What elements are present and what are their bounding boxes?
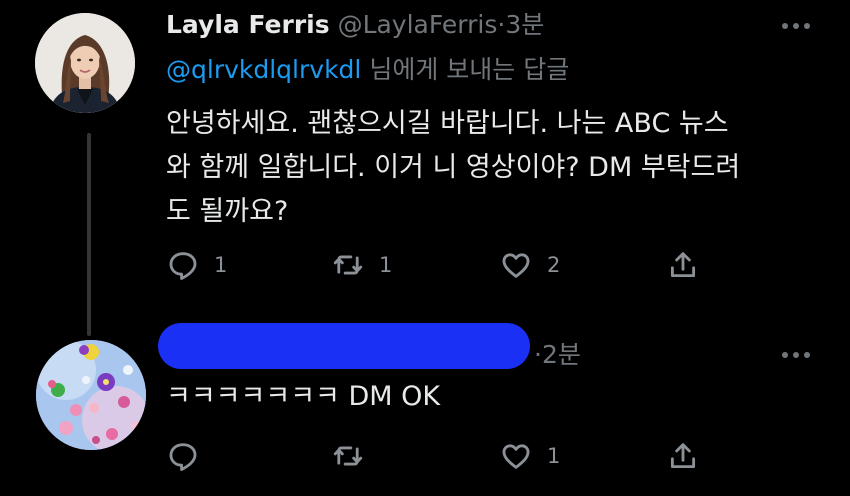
retweet-icon [333,446,363,466]
avatar-layla-ferris[interactable] [35,13,135,113]
retweet-button[interactable]: 1 [331,248,392,282]
reply-timestamp[interactable]: 2분 [542,340,581,369]
reply-more-button[interactable] [776,343,816,367]
speech-bubble-icon [169,443,197,471]
tweet-reply: ·2분 ㅋㅋㅋㅋㅋㅋㅋ DM OK 1 [0,300,850,496]
retweet-count: 1 [379,253,393,277]
share-icon [670,252,696,278]
retweet-icon [333,255,363,275]
replying-to: @qlrvkdlqlrvkdl 님에게 보내는 답글 [166,55,569,85]
reply-reply-button[interactable] [166,439,214,473]
reply-count: 1 [214,253,228,277]
reply-share-button[interactable] [666,439,700,473]
share-icon [670,443,696,469]
tweet-header: Layla Ferris @LaylaFerris·3분 [166,10,544,40]
replying-to-handle[interactable]: @qlrvkdlqlrvkdl [166,55,361,84]
like-count: 2 [547,253,561,277]
reply-button[interactable]: 1 [166,248,227,282]
separator-dot: · [534,340,542,369]
author-handle[interactable]: @LaylaFerris [338,10,498,39]
reply-text: ㅋㅋㅋㅋㅋㅋㅋ DM OK [166,381,441,412]
more-dots-icon [782,23,810,29]
heart-icon [502,444,530,469]
more-dots-icon [782,352,810,358]
author-name[interactable]: Layla Ferris [166,10,330,39]
heart-icon [502,253,530,278]
reply-header: ·2분 [534,340,581,370]
reply-like-count: 1 [547,444,561,468]
tweet-text: 안녕하세요. 괜찮으시길 바랍니다. 나는 ABC 뉴스 와 함께 일합니다. … [166,108,741,227]
share-button[interactable] [666,248,700,282]
redacted-username [158,323,530,369]
avatar-reply-user[interactable] [36,340,146,450]
reply-retweet-button[interactable] [331,439,379,473]
replying-to-suffix: 님에게 보내는 답글 [361,55,570,84]
speech-bubble-icon [169,252,197,280]
like-button[interactable]: 2 [499,248,560,282]
tweet-more-button[interactable] [776,14,816,38]
tweet-timestamp[interactable]: 3분 [505,10,544,39]
reply-like-button[interactable]: 1 [499,439,560,473]
tweet-layla-ferris: Layla Ferris @LaylaFerris·3분 @qlrvkdlqlr… [0,0,850,300]
